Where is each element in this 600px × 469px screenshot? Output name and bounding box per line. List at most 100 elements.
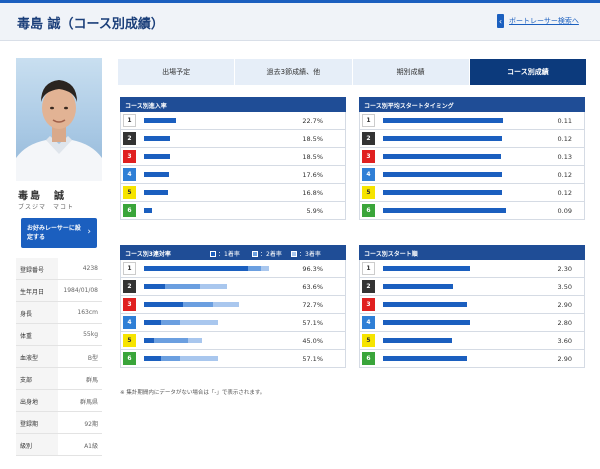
bar-segment-second	[248, 266, 261, 271]
panel-row: 4 2.80	[359, 314, 585, 332]
bar-segment-first	[144, 284, 165, 289]
lane-number-3: 3	[123, 150, 136, 163]
row-value: 22.7%	[302, 117, 323, 125]
profile-key: 血液型	[20, 355, 39, 362]
bar-segment-third	[188, 338, 203, 343]
bar-segment-third	[180, 356, 219, 361]
lane-number-6: 6	[123, 352, 136, 365]
tab-2[interactable]: 過去3節成績、他	[235, 59, 353, 85]
profile-key: 身長	[20, 311, 33, 318]
lane-number-1: 1	[123, 262, 136, 275]
bar-segment-first	[144, 302, 183, 307]
row-value: 57.1%	[302, 355, 323, 363]
lane-number-2: 2	[362, 132, 375, 145]
lane-number-4: 4	[123, 316, 136, 329]
profile-value: 92期	[84, 421, 98, 428]
chevron-right-icon: ›	[87, 227, 91, 237]
profile-value: 1984/01/08	[63, 287, 98, 294]
value-bar	[383, 284, 453, 289]
value-bar	[383, 356, 467, 361]
tab-3[interactable]: 期別成績	[352, 59, 470, 85]
row-value: 18.5%	[302, 153, 323, 161]
row-value: 2.30	[557, 265, 572, 273]
row-value: 0.12	[557, 135, 572, 143]
profile-key: 級別	[20, 443, 33, 450]
row-value: 5.9%	[306, 207, 323, 215]
value-bar	[383, 320, 470, 325]
lane-number-3: 3	[362, 150, 375, 163]
panel-row: 5 0.12	[359, 184, 585, 202]
panel-row: 1 0.11	[359, 112, 585, 130]
panel-row: 2 0.12	[359, 130, 585, 148]
panel-row: 6 5.9%	[120, 202, 346, 220]
bar-segment-third	[199, 284, 227, 289]
value-bar	[144, 118, 176, 123]
lane-number-1: 1	[362, 114, 375, 127]
page-title: 毒島 誠（コース別成績）	[17, 17, 164, 32]
racer-photo	[16, 58, 102, 181]
start-rank-panel: コース別スタート順 1 2.30 2 3.50 3 2.90 4 2.80 5 3.60 6 2.90	[359, 245, 585, 368]
lane-number-6: 6	[362, 204, 375, 217]
panel-row: 5 45.0%	[120, 332, 346, 350]
value-bar	[144, 172, 169, 177]
value-bar	[383, 208, 507, 213]
legend-swatch	[291, 250, 297, 257]
profile-key: 支部	[20, 377, 33, 384]
profile-row: 支部 群馬	[16, 368, 102, 390]
profile-value: B型	[87, 355, 98, 362]
lane-number-1: 1	[362, 262, 375, 275]
profile-row: 登録期 92期	[16, 412, 102, 434]
panel-row: 1 96.3%	[120, 260, 346, 278]
row-value: 2.90	[557, 355, 572, 363]
panel-header: コース別スタート順	[359, 245, 585, 260]
panel-header: コース別進入率	[120, 97, 346, 112]
row-value: 17.6%	[302, 171, 323, 179]
value-bar	[383, 136, 502, 141]
value-bar	[383, 266, 470, 271]
panel-row: 6 57.1%	[120, 350, 346, 368]
row-value: 0.12	[557, 171, 572, 179]
bar-segment-second	[160, 320, 181, 325]
panel-row: 3 0.13	[359, 148, 585, 166]
profile-row: 血液型 B型	[16, 346, 102, 368]
lane-number-5: 5	[362, 334, 375, 347]
back-to-search-link[interactable]: ‹ ボートレーサー検索へ	[497, 14, 579, 28]
row-value: 2.80	[557, 319, 572, 327]
tab-4[interactable]: コース別成績	[469, 59, 587, 85]
panel-row: 1 2.30	[359, 260, 585, 278]
panel-row: 5 16.8%	[120, 184, 346, 202]
lane-number-4: 4	[362, 316, 375, 329]
panel-title: コース別3連対率	[125, 251, 171, 258]
panel-row: 4 0.12	[359, 166, 585, 184]
bar-segment-second	[154, 338, 189, 343]
panel-title: コース別平均スタートタイミング	[364, 103, 454, 110]
back-link-label: ボートレーサー検索へ	[509, 17, 579, 25]
panel-row: 3 72.7%	[120, 296, 346, 314]
lane-number-4: 4	[362, 168, 375, 181]
value-bar	[144, 208, 153, 213]
lane-number-5: 5	[362, 186, 375, 199]
profile-row: 出身地 群馬県	[16, 390, 102, 412]
row-value: 0.11	[557, 117, 572, 125]
profile-value: 4238	[82, 265, 98, 272]
value-bar	[144, 154, 170, 159]
profile-row: 体重 55kg	[16, 324, 102, 346]
lane-number-6: 6	[123, 204, 136, 217]
profile-value: A1級	[84, 443, 98, 450]
bar-segment-second	[160, 356, 181, 361]
row-value: 18.5%	[302, 135, 323, 143]
lane-number-3: 3	[123, 298, 136, 311]
panel-row: 4 17.6%	[120, 166, 346, 184]
set-favorite-racer-button[interactable]: お好みレーサーに設定する ›	[21, 218, 97, 248]
lane-number-3: 3	[362, 298, 375, 311]
value-bar	[383, 154, 501, 159]
lane-number-5: 5	[123, 334, 136, 347]
lane-number-1: 1	[123, 114, 136, 127]
bar-segment-third	[261, 266, 270, 271]
profile-key: 登録期	[20, 421, 39, 428]
legend-swatch	[210, 250, 216, 257]
panel-title: コース別進入率	[125, 103, 167, 110]
row-value: 3.60	[557, 337, 572, 345]
tab-1[interactable]: 出場予定	[118, 59, 236, 85]
legend-label: ：3着率	[299, 251, 321, 258]
